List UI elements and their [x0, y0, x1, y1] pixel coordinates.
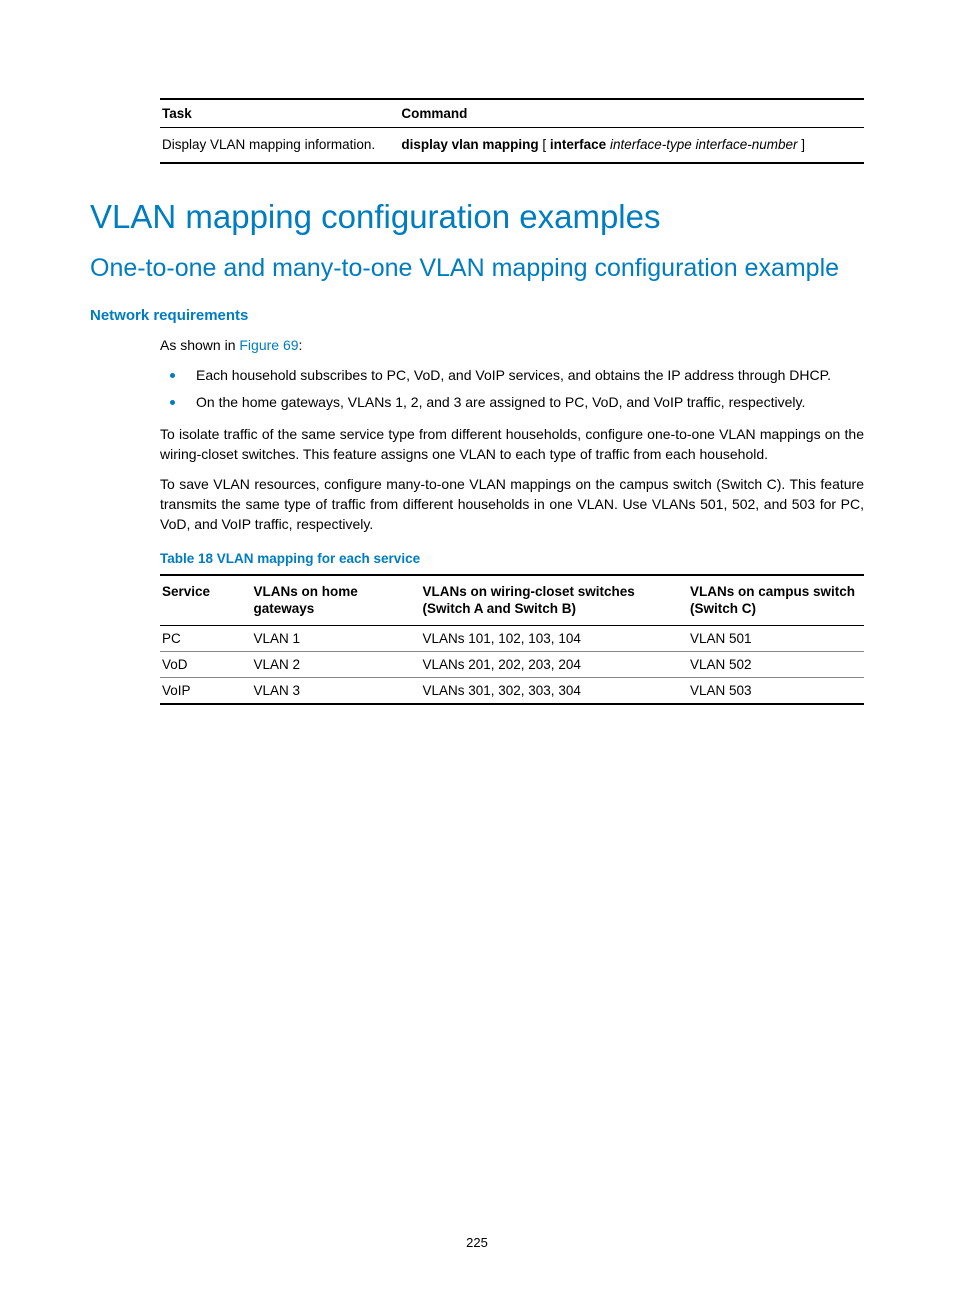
- cell-campus: VLAN 502: [688, 651, 864, 677]
- page-number: 225: [0, 1235, 954, 1250]
- list-item: On the home gateways, VLANs 1, 2, and 3 …: [160, 393, 864, 413]
- intro-prefix: As shown in: [160, 337, 239, 353]
- cell-home: VLAN 1: [252, 625, 421, 651]
- table-caption: Table 18 VLAN mapping for each service: [160, 551, 864, 566]
- paragraph: To save VLAN resources, configure many-t…: [160, 475, 864, 535]
- cell-service: VoIP: [160, 677, 252, 704]
- command-part: display vlan mapping: [401, 137, 538, 152]
- command-part: interface-type interface-number: [610, 137, 798, 152]
- vlan-th-closet: VLANs on wiring-closet switches (Switch …: [420, 575, 688, 626]
- page-content: Task Command Display VLAN mapping inform…: [0, 0, 954, 745]
- table-row: PC VLAN 1 VLANs 101, 102, 103, 104 VLAN …: [160, 625, 864, 651]
- heading-3: Network requirements: [90, 307, 864, 324]
- task-table-header-command: Command: [399, 99, 864, 128]
- requirements-list: Each household subscribes to PC, VoD, an…: [160, 366, 864, 414]
- task-table: Task Command Display VLAN mapping inform…: [160, 98, 864, 164]
- vlan-mapping-table: Service VLANs on home gateways VLANs on …: [160, 574, 864, 705]
- task-table-wrapper: Task Command Display VLAN mapping inform…: [160, 98, 864, 164]
- table-row: VoIP VLAN 3 VLANs 301, 302, 303, 304 VLA…: [160, 677, 864, 704]
- paragraph: To isolate traffic of the same service t…: [160, 425, 864, 465]
- cell-closet: VLANs 301, 302, 303, 304: [420, 677, 688, 704]
- cell-closet: VLANs 201, 202, 203, 204: [420, 651, 688, 677]
- heading-2: One-to-one and many-to-one VLAN mapping …: [90, 252, 864, 285]
- cell-home: VLAN 2: [252, 651, 421, 677]
- task-table-row: Display VLAN mapping information. displa…: [160, 128, 864, 164]
- cell-home: VLAN 3: [252, 677, 421, 704]
- cell-service: VoD: [160, 651, 252, 677]
- cell-service: PC: [160, 625, 252, 651]
- vlan-th-campus: VLANs on campus switch (Switch C): [688, 575, 864, 626]
- vlan-th-home: VLANs on home gateways: [252, 575, 421, 626]
- task-table-header-task: Task: [160, 99, 399, 128]
- cell-campus: VLAN 501: [688, 625, 864, 651]
- table-row: VoD VLAN 2 VLANs 201, 202, 203, 204 VLAN…: [160, 651, 864, 677]
- intro-suffix: :: [299, 337, 303, 353]
- command-part: interface: [550, 137, 606, 152]
- cell-closet: VLANs 101, 102, 103, 104: [420, 625, 688, 651]
- command-cell: display vlan mapping [ interface interfa…: [399, 128, 864, 164]
- command-part: ]: [798, 137, 806, 152]
- task-cell: Display VLAN mapping information.: [160, 128, 399, 164]
- list-item: Each household subscribes to PC, VoD, an…: [160, 366, 864, 386]
- command-part: [: [539, 137, 550, 152]
- cell-campus: VLAN 503: [688, 677, 864, 704]
- vlan-th-service: Service: [160, 575, 252, 626]
- body-content: As shown in Figure 69: Each household su…: [160, 336, 864, 705]
- figure-link[interactable]: Figure 69: [239, 337, 298, 353]
- intro-paragraph: As shown in Figure 69:: [160, 336, 864, 356]
- heading-1: VLAN mapping configuration examples: [90, 198, 864, 236]
